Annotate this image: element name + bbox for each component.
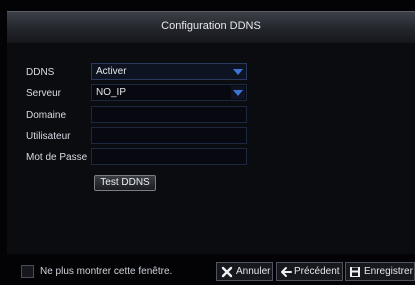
floppy-disk-icon <box>349 266 361 281</box>
save-label: Enregistrer <box>364 266 413 277</box>
cancel-button[interactable]: Annuler <box>216 262 273 281</box>
dont-show-label: Ne plus montrer cette fenêtre. <box>40 266 173 277</box>
save-button[interactable]: Enregistrer <box>345 262 415 281</box>
cancel-label: Annuler <box>236 266 271 277</box>
server-select[interactable]: NO_IP <box>91 84 247 101</box>
ddns-label: DDNS <box>26 67 55 78</box>
dont-show-checkbox[interactable] <box>21 265 34 278</box>
password-input[interactable] <box>91 148 247 165</box>
password-label: Mot de Passe <box>26 152 88 163</box>
user-input[interactable] <box>91 127 247 144</box>
arrow-left-icon <box>280 266 292 281</box>
chevron-down-icon[interactable] <box>231 65 245 78</box>
ddns-select-value: Activer <box>96 66 127 77</box>
close-icon <box>221 266 233 281</box>
ddns-select[interactable]: Activer <box>91 63 247 80</box>
domain-input[interactable] <box>91 106 247 123</box>
test-ddns-button[interactable]: Test DDNS <box>94 175 156 191</box>
previous-label: Précédent <box>294 266 340 277</box>
dialog-title: Configuration DDNS <box>161 20 261 32</box>
server-select-value: NO_IP <box>96 87 127 98</box>
dialog-title-bar: Configuration DDNS <box>7 11 415 44</box>
domain-label: Domaine <box>26 110 67 121</box>
chevron-down-icon[interactable] <box>231 86 245 99</box>
previous-button[interactable]: Précédent <box>276 262 343 281</box>
server-label: Serveur <box>26 88 62 99</box>
user-label: Utilisateur <box>26 131 71 142</box>
